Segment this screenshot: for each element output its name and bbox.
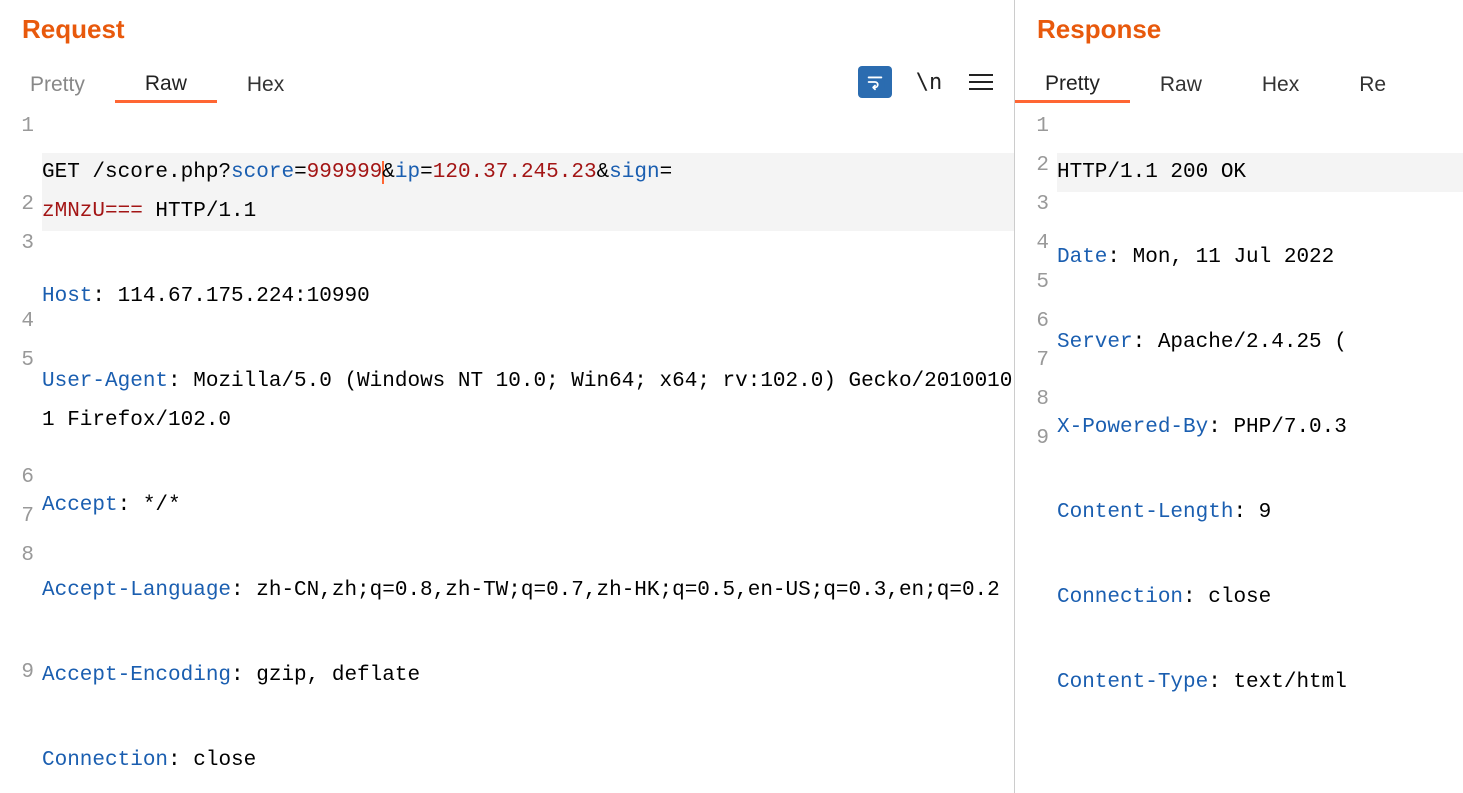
tab-render[interactable]: Re [1329,61,1386,103]
request-line-6[interactable]: Accept-Encoding: gzip, deflate [42,656,1014,695]
request-line-7[interactable]: Connection: close [42,741,1014,780]
response-line-6[interactable]: Connection: close [1057,578,1463,617]
request-editor[interactable]: 1 2 3 4 5 6 7 8 9 GET /score.php?score=9… [0,103,1014,793]
request-gutter: 1 2 3 4 5 6 7 8 9 [0,107,42,793]
request-line-5[interactable]: Accept-Language: zh-CN,zh;q=0.8,zh-TW;q=… [42,571,1014,610]
response-line-1[interactable]: HTTP/1.1 200 OK [1057,153,1463,192]
response-line-7[interactable]: Content-Type: text/html [1057,663,1463,702]
response-line-2[interactable]: Date: Mon, 11 Jul 2022 [1057,238,1463,277]
tab-raw[interactable]: Raw [115,61,217,103]
request-tabbar: Pretty Raw Hex \n [0,61,1014,103]
response-line-4[interactable]: X-Powered-By: PHP/7.0.3 [1057,408,1463,447]
request-line-1[interactable]: GET /score.php?score=999999&ip=120.37.24… [42,153,1014,231]
response-panel: Response Pretty Raw Hex Re 1 2 3 4 5 6 7… [1015,0,1463,793]
response-gutter: 1 2 3 4 5 6 7 8 9 [1015,107,1057,793]
tab-hex[interactable]: Hex [1232,61,1329,103]
response-editor[interactable]: 1 2 3 4 5 6 7 8 9 HTTP/1.1 200 OK Date: … [1015,103,1463,793]
tab-pretty[interactable]: Pretty [1015,61,1130,103]
response-code[interactable]: HTTP/1.1 200 OK Date: Mon, 11 Jul 2022 S… [1057,107,1463,793]
request-code[interactable]: GET /score.php?score=999999&ip=120.37.24… [42,107,1014,793]
response-line-3[interactable]: Server: Apache/2.4.25 ( [1057,323,1463,362]
tab-pretty[interactable]: Pretty [0,61,115,103]
wrap-lines-icon[interactable]: \n [914,67,944,97]
response-tabbar: Pretty Raw Hex Re [1015,61,1463,103]
request-line-3[interactable]: User-Agent: Mozilla/5.0 (Windows NT 10.0… [42,362,1014,440]
request-line-4[interactable]: Accept: */* [42,486,1014,525]
request-panel: Request Pretty Raw Hex \n 1 2 3 [0,0,1015,793]
response-line-5[interactable]: Content-Length: 9 [1057,493,1463,532]
request-line-2[interactable]: Host: 114.67.175.224:10990 [42,277,1014,316]
more-icon[interactable] [966,67,996,97]
response-line-8[interactable] [1057,748,1463,787]
tab-hex[interactable]: Hex [217,61,314,103]
tab-raw[interactable]: Raw [1130,61,1232,103]
format-icon[interactable] [858,66,892,98]
request-title: Request [0,0,1014,61]
response-title: Response [1015,0,1463,61]
